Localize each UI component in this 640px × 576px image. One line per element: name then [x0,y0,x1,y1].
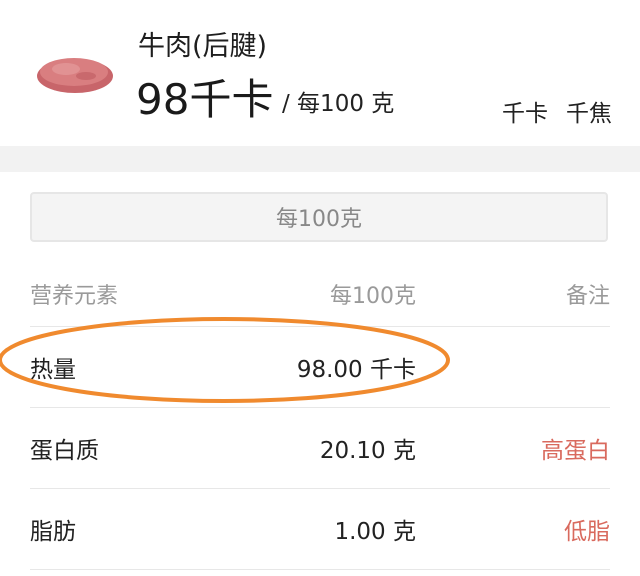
table-row: 热量 98.00 千卡 [30,327,610,408]
table-header-row: 营养元素 每100克 备注 [30,262,610,327]
column-header-per100g: 每100克 [330,284,416,309]
nutrition-table: 营养元素 每100克 备注 热量 98.00 千卡 蛋白质 20.10 克 高蛋… [30,262,610,570]
raw-beef-icon [37,58,113,93]
table-row: 蛋白质 20.10 克 高蛋白 [30,408,610,489]
calorie-value: 98千卡 [136,75,274,124]
energy-unit-tabs: 千卡 千焦 [502,94,612,150]
nutrient-name: 蛋白质 [30,438,99,464]
tab-kj[interactable]: 千焦 [566,94,612,150]
food-name: 牛肉(后腱) [138,31,268,62]
column-header-nutrient: 营养元素 [30,284,119,309]
section-divider [0,146,640,172]
nutrient-value: 98.00 千卡 [296,357,416,383]
food-header: 牛肉(后腱) 98千卡 / 每100 克 千卡 千焦 [0,0,640,150]
nutrient-note: 低脂 [564,519,610,545]
nutrient-name: 脂肪 [30,519,76,545]
nutrient-name: 热量 [30,357,76,383]
column-header-note: 备注 [565,284,610,309]
tab-kcal[interactable]: 千卡 [502,94,548,150]
nutrient-note: 高蛋白 [541,438,610,464]
portion-selector-button[interactable]: 每100克 [30,192,608,242]
nutrient-value: 20.10 克 [319,438,416,464]
nutrient-value: 1.00 克 [334,519,416,545]
per-unit-label: / 每100 克 [282,91,395,117]
table-row: 脂肪 1.00 克 低脂 [30,489,610,570]
